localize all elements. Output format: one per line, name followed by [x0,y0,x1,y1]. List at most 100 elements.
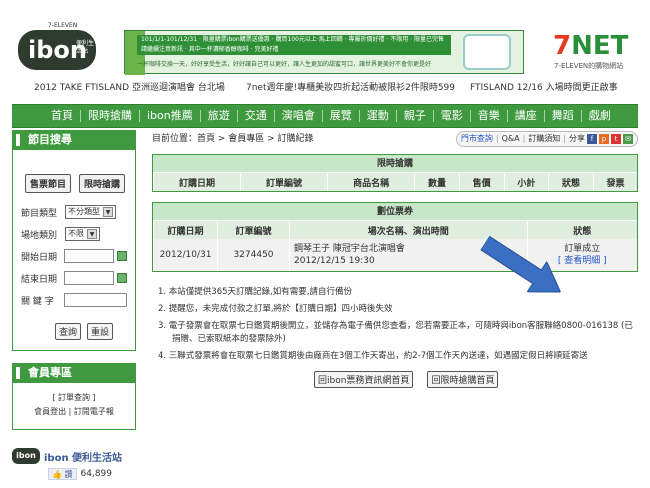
utility-bar: 門市查詢 | Q&A | 訂購須知 | 分享 f p t ✉ [455,130,638,148]
nav-item[interactable]: 展覽 [323,110,360,122]
note-item: 3. 電子發票會在取票七日鑑賞期後開立，並儲存為電子備供您查看，您若需要正本，可… [158,321,633,344]
seat-orders-table: 訂購日期 訂單編號 場次名稱、演出時間 狀態 2012/10/31 327445… [153,221,637,271]
promo-banner[interactable]: 101/1/1-101/12/31 · 限量購票ibon購票送優惠 · 購買10… [124,30,524,75]
tab-rush-purchase[interactable]: 限時搶購 [79,174,126,193]
purchase-guide-link[interactable]: 訂購須知 [528,130,560,148]
select-value: 不分類型 [68,207,100,216]
chevron-down-icon: ▼ [87,229,97,239]
col-header: 訂購日期 [153,221,218,239]
field-label: 節目類型 [21,208,58,219]
col-header: 訂購日期 [152,173,241,191]
col-header: 發票 [592,173,637,191]
nav-item[interactable]: 音樂 [471,110,508,122]
ticker-item[interactable]: FTISLAND 12/16 入場時間更正啟事 [470,80,618,93]
ticker-item[interactable]: 7net週年慶!專櫃美妝四折起活動被限衫2件限時599 [246,80,455,93]
seat-panel-title: 劃位票券 [153,203,637,221]
col-header: 訂單編號 [217,221,290,239]
seven-net-sub: 7-ELEVEN的購物網站 [554,62,624,70]
order-date: 2012/10/31 [153,239,218,271]
col-header: 售價 [458,173,504,191]
search-panel: 售票節目 限時搶購 節目類型 不分類型 ▼ 場地類別 不限 ▼ 開始日期 結束日期 … [12,150,136,351]
seat-orders-panel: 劃位票券 訂購日期 訂單編號 場次名稱、演出時間 狀態 2012/10/31 3… [152,202,638,272]
share-label: 分享 [569,134,585,143]
back-ticketing-home-button[interactable]: 回ibon票務資訊網首頁 [314,371,414,388]
facebook-share-icon[interactable]: f [587,134,597,144]
logo-brand-top: 7-ELEVEN [48,22,78,29]
banner-headline: 101/1/1-101/12/31 · 限量購票ibon購票送優惠 · 購買10… [137,35,451,55]
note-item: 1. 本站僅提供365天訂購記錄,如有需要,請自行備份 [158,287,352,297]
banner-sub: 一杯咖啡交換一天，好好享受生活，好好讓自己可以更好，讓人生更加的甜蜜可口，讓世界… [137,61,432,68]
nav-item[interactable]: 交通 [238,110,275,122]
col-header: 訂單編號 [240,173,328,191]
reset-button[interactable]: 重設 [87,323,114,340]
col-header: 數量 [414,173,460,191]
start-date-input[interactable] [63,249,115,263]
ibon-small-logo: ibon [12,448,40,464]
epaper-link[interactable]: 訂閱電子報 [74,407,114,416]
fb-page-name[interactable]: ibon 便利生活站 [44,449,122,464]
nav-item[interactable]: 首頁 [44,110,81,122]
chevron-down-icon: ▼ [103,207,113,217]
breadcrumb: 目前位置：首頁 > 會員專區 > 訂購紀錄 門市查詢 | Q&A | 訂購須知 | 分… [152,130,638,148]
back-rush-home-button[interactable]: 回限時搶購首頁 [427,371,499,388]
logo-sub: 便利生活站 [76,40,95,55]
rush-orders-table: 訂購日期 訂單編號 商品名稱 數量 售價 小計 狀態 發票 [152,173,637,191]
rush-orders-panel: 限時搶購 訂購日期 訂單編號 商品名稱 數量 售價 小計 狀態 發票 [152,154,638,192]
share-icon[interactable]: t [611,134,621,144]
table-row: 2012/10/31 3274450 鋼琴王子 陳冠宇台北演唱會 2012/12… [153,239,637,271]
note-item: 4. 三聯式發票將會在取票七日鑑賞期後由廠商在3個工作天寄出，約2-7個工作天內… [158,351,588,361]
calendar-icon[interactable] [117,273,127,283]
main-content: 目前位置：首頁 > 會員專區 > 訂購紀錄 門市查詢 | Q&A | 訂購須知 | 分… [152,130,638,388]
venue-type-select[interactable]: 不限 ▼ [65,227,100,241]
field-label: 關 鍵 字 [21,296,54,307]
plurk-share-icon[interactable]: p [599,134,609,144]
end-date-input[interactable] [63,271,115,285]
nav-item[interactable]: 戲劇 [582,110,618,122]
col-header: 狀態 [548,173,594,191]
keyword-input[interactable] [64,293,127,307]
email-share-icon[interactable]: ✉ [623,134,633,144]
ticker-item[interactable]: 2012 TAKE FTISLAND 亞洲巡迴演唱會 台北場 [34,80,225,93]
order-number: 3274450 [217,239,290,271]
nav-item[interactable]: 旅遊 [201,110,238,122]
col-header: 小計 [503,173,549,191]
nav-item[interactable]: 舞蹈 [545,110,582,122]
order-status: 訂單成立 [564,244,601,254]
nav-item[interactable]: 演唱會 [275,110,323,122]
nav-item[interactable]: 運動 [360,110,397,122]
main-nav: 首頁 限時搶購 ibon推薦 旅遊 交通 演唱會 展覽 運動 親子 電影 音樂 … [12,104,638,128]
nav-item[interactable]: 限時搶購 [81,110,140,122]
rush-panel-title: 限時搶購 [153,155,637,173]
tab-ticket-programs[interactable]: 售票節目 [25,174,72,193]
program-type-select[interactable]: 不分類型 ▼ [65,205,116,219]
order-query-link[interactable]: [ 訂單查詢 ] [13,391,135,405]
faq-link[interactable]: Q&A [502,130,520,148]
like-label: 讚 [64,470,73,479]
ibon-logo[interactable]: 7-ELEVEN ibon 便利生活站 [18,22,98,72]
coffee-cup-icon [463,34,511,70]
sidebar: 節目搜尋 售票節目 限時搶購 節目類型 不分類型 ▼ 場地類別 不限 ▼ 開始日期 … [12,130,136,480]
nav-item[interactable]: 親子 [397,110,434,122]
seven-net-logo[interactable]: 7NET [553,33,633,59]
field-label: 開始日期 [21,252,58,263]
nav-item[interactable]: 講座 [508,110,545,122]
col-header: 商品名稱 [327,173,415,191]
like-button[interactable]: 👍 讚 [48,468,77,480]
news-ticker: 2012 TAKE FTISLAND 亞洲巡迴演唱會 台北場 7net週年慶!專… [0,80,650,94]
note-item: 2. 提醒您，未完成付款之訂單,將於【訂購日期】四小時後失效 [158,304,393,314]
field-label: 結束日期 [21,274,58,285]
search-title: 節目搜尋 [12,130,136,150]
select-value: 不限 [68,229,84,238]
logout-link[interactable]: 會員登出 [34,407,66,416]
member-panel: [ 訂單查詢 ] 會員登出 | 訂閱電子報 [12,383,136,430]
header: 7-ELEVEN ibon 便利生活站 101/1/1-101/12/31 · … [0,0,650,78]
breadcrumb-text: 目前位置：首頁 > 會員專區 > 訂購紀錄 [152,134,314,144]
nav-item[interactable]: ibon推薦 [140,110,201,122]
store-query-link[interactable]: 門市查詢 [461,130,493,148]
calendar-icon[interactable] [117,251,127,261]
like-count: 64,899 [80,469,113,479]
notes-list: 1. 本站僅提供365天訂購記錄,如有需要,請自行備份 2. 提醒您，未完成付款… [152,286,638,363]
nav-item[interactable]: 電影 [434,110,471,122]
query-button[interactable]: 查詢 [55,323,82,340]
col-header: 狀態 [526,221,637,239]
